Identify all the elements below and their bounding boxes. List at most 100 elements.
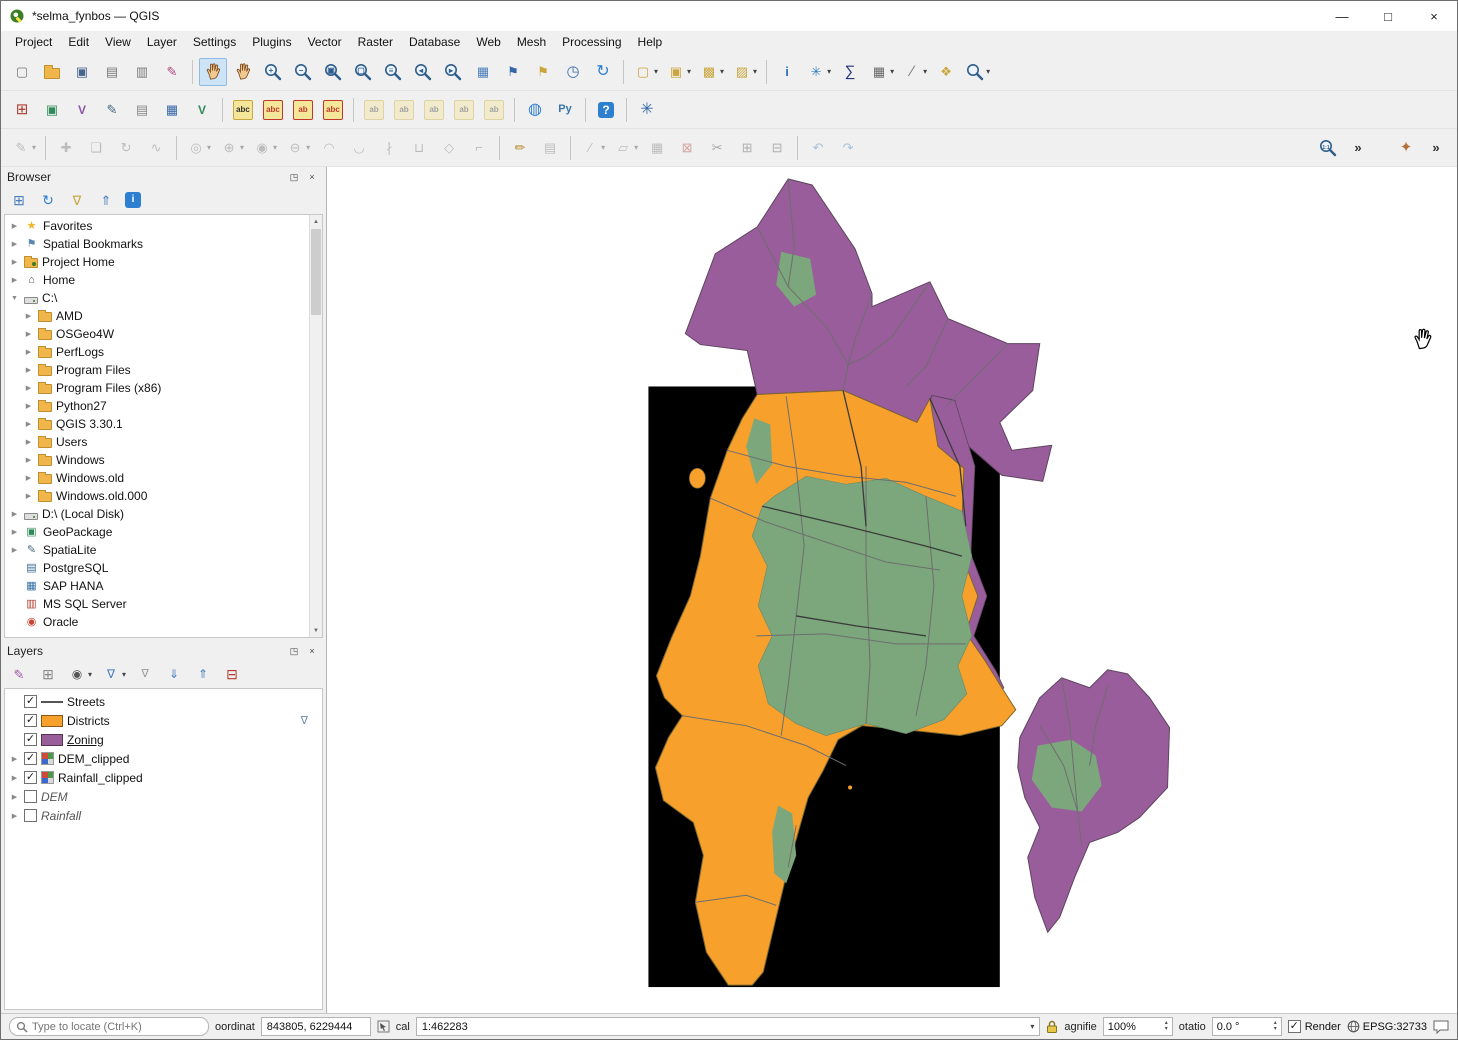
browser-item-project-home[interactable]: ▶Project Home: [7, 253, 322, 271]
zoom-to-layers[interactable]: ≡: [379, 58, 407, 86]
temporal-controller-panel[interactable]: ◷: [559, 58, 587, 86]
browser-item-python27[interactable]: ▶Python27: [7, 397, 322, 415]
expander-icon[interactable]: ▶: [23, 384, 34, 392]
magnifier-spinbox[interactable]: 100% ▴▾: [1103, 1017, 1173, 1036]
expander-icon[interactable]: ▶: [9, 793, 20, 801]
layer-checkbox[interactable]: ✓: [24, 771, 37, 784]
add-part[interactable]: ⊕▾: [216, 134, 247, 162]
expander-icon[interactable]: ▶: [9, 755, 20, 763]
undo[interactable]: ↶: [804, 134, 832, 162]
expander-icon[interactable]: ▶: [9, 774, 20, 782]
layer-labeling-options[interactable]: abc: [229, 96, 257, 124]
highlight-pinned-labels[interactable]: abc: [319, 96, 347, 124]
new-spatialite-layer[interactable]: ✎: [98, 96, 126, 124]
menu-help[interactable]: Help: [630, 33, 671, 51]
processing-toolbox[interactable]: ✳: [633, 96, 661, 124]
expander-icon[interactable]: ▶: [23, 420, 34, 428]
show-layout-manager[interactable]: ▥: [128, 58, 156, 86]
new-virtual-layer[interactable]: V: [188, 96, 216, 124]
statistical-summary[interactable]: ∑: [836, 58, 864, 86]
browser-item-users[interactable]: ▶Users: [7, 433, 322, 451]
locate-box[interactable]: [9, 1017, 209, 1036]
add-selected-layers[interactable]: ⊞: [6, 189, 32, 211]
new-shapefile-layer[interactable]: V: [68, 96, 96, 124]
browser-float-button[interactable]: ◳: [286, 170, 302, 184]
save-layer-edits[interactable]: ▤: [536, 134, 564, 162]
expander-icon[interactable]: ▶: [9, 222, 20, 230]
spinner-arrows-icon[interactable]: ▴▾: [1274, 1021, 1277, 1032]
pin-unpin-labels[interactable]: ab: [289, 96, 317, 124]
delete-selected[interactable]: ⊠: [673, 134, 701, 162]
pan-map-to-selection[interactable]: [229, 58, 257, 86]
minimize-button[interactable]: —: [1319, 1, 1365, 31]
copy-move-feature[interactable]: ❏: [82, 134, 110, 162]
browser-item-program-files[interactable]: ▶Program Files: [7, 361, 322, 379]
python-console[interactable]: Py: [551, 96, 579, 124]
menu-web[interactable]: Web: [468, 33, 508, 51]
browser-item-windows[interactable]: ▶Windows: [7, 451, 322, 469]
new-print-layout[interactable]: ▤: [98, 58, 126, 86]
menu-processing[interactable]: Processing: [554, 33, 629, 51]
layer-item-zoning[interactable]: ✓Zoning: [7, 730, 322, 749]
layer-item-dem[interactable]: ▶DEM: [7, 787, 322, 806]
filter-legend[interactable]: ∇▾: [98, 663, 129, 685]
menu-raster[interactable]: Raster: [350, 33, 401, 51]
expander-icon[interactable]: ▶: [9, 240, 20, 248]
menu-vector[interactable]: Vector: [300, 33, 350, 51]
expander-icon[interactable]: ▶: [23, 330, 34, 338]
new-spatial-bookmark[interactable]: ⚑: [499, 58, 527, 86]
vertex-tool[interactable]: ◇: [435, 134, 463, 162]
layer-checkbox[interactable]: ✓: [24, 733, 37, 746]
copy-features[interactable]: ⊞: [733, 134, 761, 162]
spinner-arrows-icon[interactable]: ▴▾: [1165, 1021, 1168, 1032]
zoom-full[interactable]: ▣: [319, 58, 347, 86]
browser-close-button[interactable]: ×: [304, 170, 320, 184]
deselect-features[interactable]: ▩▾: [696, 58, 727, 86]
run-feature-action[interactable]: ✳▾: [803, 58, 834, 86]
filter-legend-by-expression[interactable]: ∇: [132, 663, 158, 685]
browser-item-sap-hana[interactable]: ▦SAP HANA: [7, 577, 322, 595]
browser-item-perflogs[interactable]: ▶PerfLogs: [7, 343, 322, 361]
expander-icon[interactable]: ▶: [23, 402, 34, 410]
delete-ring[interactable]: ⊖▾: [282, 134, 313, 162]
new-map-view[interactable]: ▦: [469, 58, 497, 86]
browser-item-spatial-bookmarks[interactable]: ▶⚑Spatial Bookmarks: [7, 235, 322, 253]
change-label-properties[interactable]: ab: [420, 96, 448, 124]
close-button[interactable]: ×: [1411, 1, 1457, 31]
open-project[interactable]: [38, 58, 66, 86]
crs-status-button[interactable]: EPSG:32733: [1347, 1020, 1427, 1033]
zoom-to-selection[interactable]: ▢: [349, 58, 377, 86]
menu-view[interactable]: View: [97, 33, 139, 51]
style-manager[interactable]: ✎: [158, 58, 186, 86]
new-temporary-scratch-layer[interactable]: ▤: [128, 96, 156, 124]
expander-icon[interactable]: ▶: [9, 276, 20, 284]
diagram-tools[interactable]: ab: [480, 96, 508, 124]
reshape-features[interactable]: ◡: [345, 134, 373, 162]
layers-float-button[interactable]: ◳: [286, 644, 302, 658]
properties-widget[interactable]: i: [122, 189, 144, 211]
browser-item-ms-sql-server[interactable]: ▥MS SQL Server: [7, 595, 322, 613]
zoom-last[interactable]: ◂: [409, 58, 437, 86]
locate-input[interactable]: [32, 1021, 202, 1033]
browser-item-windows-old-000[interactable]: ▶Windows.old.000: [7, 487, 322, 505]
browser-item-osgeo4w[interactable]: ▶OSGeo4W: [7, 325, 322, 343]
messages-button[interactable]: [1433, 1020, 1449, 1034]
browser-item-windows-old[interactable]: ▶Windows.old: [7, 469, 322, 487]
layer-item-dem-clipped[interactable]: ▶✓DEM_clipped: [7, 749, 322, 768]
refresh-browser[interactable]: ↻: [35, 189, 61, 211]
metasearch[interactable]: ◍: [521, 96, 549, 124]
add-group[interactable]: ⊞: [35, 663, 61, 685]
expander-icon[interactable]: ▶: [23, 438, 34, 446]
browser-item-qgis-3-30-1[interactable]: ▶QGIS 3.30.1: [7, 415, 322, 433]
browser-item-amd[interactable]: ▶AMD: [7, 307, 322, 325]
menu-edit[interactable]: Edit: [60, 33, 97, 51]
zoom-to-native-resolution[interactable]: 1:1: [1314, 134, 1342, 162]
zoom-out[interactable]: −: [289, 58, 317, 86]
rotate-feature[interactable]: ↻: [112, 134, 140, 162]
filter-browser[interactable]: ∇: [64, 189, 90, 211]
trim-extend[interactable]: ⌐: [465, 134, 493, 162]
expander-icon[interactable]: ▶: [9, 546, 20, 554]
menu-project[interactable]: Project: [7, 33, 60, 51]
nominatim-geocoder[interactable]: ▾: [962, 58, 993, 86]
manage-map-themes[interactable]: ◉▾: [64, 663, 95, 685]
